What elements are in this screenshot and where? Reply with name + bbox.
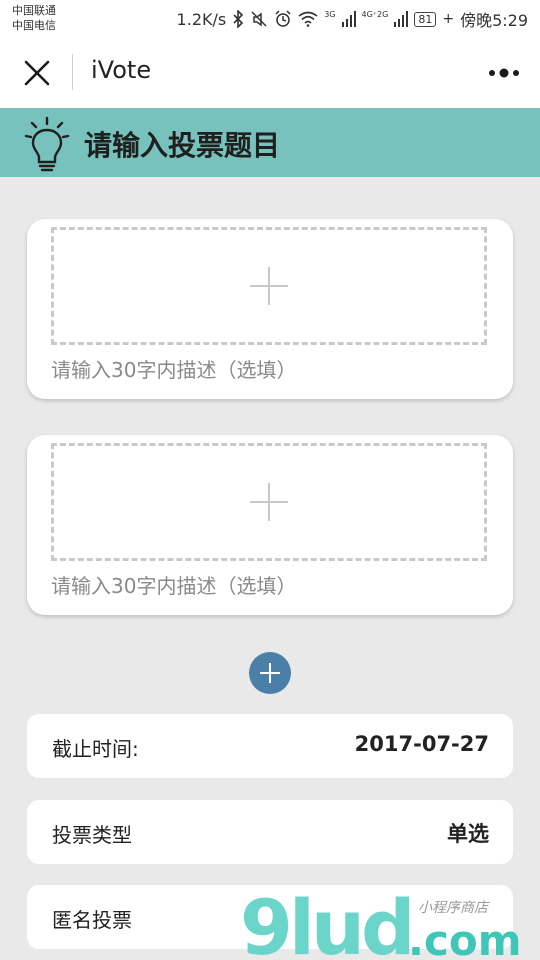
nav-bar: iVote	[0, 38, 540, 108]
vote-title-banner[interactable]: 请输入投票题目	[0, 108, 540, 177]
vote-type-value[interactable]: 单选	[447, 818, 489, 848]
signal-3g: 3G	[324, 9, 336, 19]
mute-icon	[251, 11, 267, 27]
vote-title-prompt: 请输入投票题目	[84, 129, 281, 162]
svg-text:.com: .com	[408, 916, 521, 960]
watermark-logo: 9lud .com 小程序商店	[240, 888, 521, 960]
more-options-icon[interactable]	[488, 64, 520, 82]
signal-bars-icon-2	[394, 11, 409, 27]
option-description-input[interactable]	[51, 574, 471, 598]
deadline-value[interactable]: 2017-07-27	[355, 732, 489, 756]
svg-text:小程序商店: 小程序商店	[418, 900, 490, 916]
status-indicators: 1.2K/s 3G 4G⁺2G 81 + 傍晚5:29	[176, 8, 528, 31]
add-option-button[interactable]	[249, 652, 291, 694]
network-speed: 1.2K/s	[176, 9, 227, 29]
svg-text:9lud: 9lud	[240, 888, 411, 960]
nav-divider	[72, 54, 73, 90]
option-card	[27, 219, 513, 399]
lightbulb-icon	[24, 116, 70, 172]
carrier-1: 中国联通	[12, 4, 56, 17]
alarm-icon	[275, 10, 291, 27]
plus-icon	[250, 267, 288, 305]
option-description-input[interactable]	[51, 358, 471, 382]
anonymous-vote-label: 匿名投票	[52, 908, 132, 932]
status-bar: 中国联通 中国电信 1.2K/s 3G 4G⁺2G 81 + 傍晚5:29	[0, 0, 540, 38]
option-card	[27, 435, 513, 615]
deadline-row[interactable]: 截止时间: 2017-07-27	[27, 714, 513, 778]
close-icon[interactable]	[22, 58, 52, 88]
vote-type-label: 投票类型	[52, 823, 132, 847]
signal-4g: 4G⁺2G	[361, 9, 389, 19]
clock: 傍晚5:29	[460, 11, 528, 30]
app-title: iVote	[91, 56, 152, 84]
deadline-label: 截止时间:	[52, 737, 139, 761]
charging-icon: +	[442, 11, 455, 27]
signal-bars-icon	[341, 11, 356, 27]
vote-type-row[interactable]: 投票类型 单选	[27, 800, 513, 864]
image-upload-area[interactable]	[51, 443, 487, 561]
bluetooth-icon	[233, 10, 244, 28]
wifi-icon	[298, 11, 318, 27]
carrier-2: 中国电信	[12, 19, 56, 32]
image-upload-area[interactable]	[51, 227, 487, 345]
plus-icon	[250, 483, 288, 521]
battery-icon: 81	[414, 11, 437, 27]
